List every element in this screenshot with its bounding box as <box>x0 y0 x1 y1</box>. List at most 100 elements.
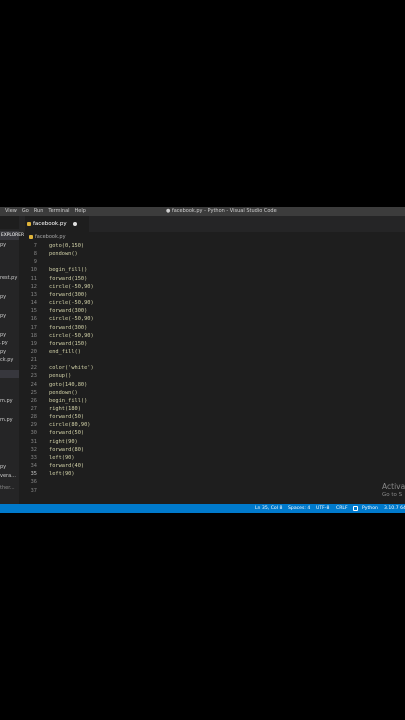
status-eol[interactable]: CRLF <box>336 504 348 513</box>
line-number: 22 <box>30 365 37 372</box>
code-line[interactable]: 30 forward(50) <box>19 429 405 437</box>
code-text[interactable]: forward(300) <box>49 324 87 332</box>
tab-bar: facebook.py <box>19 216 405 232</box>
code-editor[interactable]: 7 goto(0,150) 8 pendown() 9 10 begin_fill() 11 f… <box>19 242 405 503</box>
line-number: 27 <box>30 406 37 412</box>
explorer-item-selected[interactable] <box>0 370 19 378</box>
code-text[interactable]: left(90) <box>49 454 75 462</box>
code-line[interactable]: 8 pendown() <box>19 250 405 258</box>
explorer-item[interactable]: .py <box>0 339 19 347</box>
code-text[interactable]: right(90) <box>49 438 78 446</box>
code-line[interactable]: 37 <box>19 487 405 495</box>
explorer-item[interactable]: rest.py <box>0 274 19 282</box>
code-text[interactable]: goto(0,150) <box>49 242 84 250</box>
code-line[interactable]: 31 right(90) <box>19 438 405 446</box>
status-indentation[interactable]: Spaces: 4 <box>288 504 310 513</box>
code-line[interactable]: 21 <box>19 356 405 364</box>
breadcrumb-file[interactable]: facebook.py <box>35 234 66 240</box>
code-text[interactable]: right(180) <box>49 405 81 413</box>
code-line[interactable]: 11 forward(150) <box>19 275 405 283</box>
code-text[interactable]: color('white') <box>49 364 94 372</box>
explorer-item[interactable]: py <box>0 331 19 339</box>
window-title: ● facebook.py - Python - Visual Studio C… <box>166 208 277 214</box>
code-line[interactable]: 13 forward(300) <box>19 291 405 299</box>
code-text[interactable]: forward(150) <box>49 275 87 283</box>
explorer-item[interactable]: py <box>0 463 19 471</box>
code-line[interactable]: 33 left(90) <box>19 454 405 462</box>
code-text[interactable]: circle(-50,90) <box>49 283 94 291</box>
code-text[interactable]: circle(80,90) <box>49 421 90 429</box>
tab-label: facebook.py <box>33 221 67 227</box>
code-text[interactable]: begin_fill() <box>49 266 87 274</box>
code-text[interactable]: circle(-50,90) <box>49 332 94 340</box>
line-number: 24 <box>30 381 37 388</box>
code-line[interactable]: 19 forward(150) <box>19 340 405 348</box>
line-number: 14 <box>30 300 37 307</box>
explorer-item[interactable]: m.py <box>0 416 19 424</box>
code-line[interactable]: 14 circle(-50,90) <box>19 299 405 307</box>
breadcrumb[interactable]: facebook.py <box>19 232 405 242</box>
code-text[interactable]: forward(80) <box>49 446 84 454</box>
code-line[interactable]: 24 goto(140,80) <box>19 381 405 389</box>
code-text[interactable]: forward(40) <box>49 462 84 470</box>
code-text[interactable]: goto(140,80) <box>49 381 87 389</box>
code-text[interactable]: circle(-50,90) <box>49 315 94 323</box>
code-line[interactable]: 27 right(180) <box>19 405 405 413</box>
status-interpreter[interactable]: 3.10.7 64 <box>384 504 405 513</box>
code-text[interactable]: forward(300) <box>49 291 87 299</box>
code-text[interactable]: pendown() <box>49 250 78 258</box>
activation-watermark: Activa Go to S <box>382 482 405 500</box>
code-line[interactable]: 22 color('white') <box>19 364 405 372</box>
explorer-item[interactable]: py <box>0 293 19 301</box>
python-file-icon <box>29 235 33 239</box>
code-text[interactable]: forward(50) <box>49 413 84 421</box>
status-cursor-position[interactable]: Ln 35, Col 8 <box>255 504 282 513</box>
explorer-item[interactable]: vera... <box>0 472 19 480</box>
explorer-item[interactable]: ck.py <box>0 356 19 364</box>
tab-facebook-py[interactable]: facebook.py <box>25 216 89 232</box>
code-text[interactable]: circle(-50,90) <box>49 299 94 307</box>
code-line[interactable]: 20 end_fill() <box>19 348 405 356</box>
status-language[interactable]: Python <box>362 504 378 513</box>
code-line[interactable]: 16 circle(-50,90) <box>19 315 405 323</box>
code-text[interactable]: pendown() <box>49 389 78 397</box>
code-text[interactable]: begin_fill() <box>49 397 87 405</box>
code-line[interactable]: 10 begin_fill() <box>19 266 405 274</box>
menu-bar: View Go Run Terminal Help ● facebook.py - Py… <box>0 207 405 216</box>
code-text[interactable]: left(90) <box>49 470 75 478</box>
menu-run[interactable]: Run <box>34 207 44 216</box>
menu-terminal[interactable]: Terminal <box>48 207 69 216</box>
unsaved-dot-icon[interactable] <box>73 222 77 226</box>
code-line[interactable]: 36 <box>19 478 405 486</box>
code-line[interactable]: 15 forward(300) <box>19 307 405 315</box>
watermark-line1: Activa <box>382 482 405 491</box>
code-text[interactable]: forward(150) <box>49 340 87 348</box>
code-line[interactable]: 34 forward(40) <box>19 462 405 470</box>
code-line[interactable]: 28 forward(50) <box>19 413 405 421</box>
code-text[interactable]: forward(300) <box>49 307 87 315</box>
menu-go[interactable]: Go <box>22 207 29 216</box>
code-line[interactable]: 7 goto(0,150) <box>19 242 405 250</box>
code-line[interactable]: 12 circle(-50,90) <box>19 283 405 291</box>
code-text[interactable]: forward(50) <box>49 429 84 437</box>
code-line[interactable]: 9 <box>19 258 405 266</box>
code-line[interactable]: 23 penup() <box>19 372 405 380</box>
brackets-icon <box>353 506 358 511</box>
code-line[interactable]: 26 begin_fill() <box>19 397 405 405</box>
status-encoding[interactable]: UTF-8 <box>316 504 329 513</box>
explorer-item[interactable]: ther... <box>0 484 19 492</box>
explorer-item[interactable]: py <box>0 241 19 249</box>
explorer-item[interactable]: m.py <box>0 397 19 405</box>
code-line[interactable]: 25 pendown() <box>19 389 405 397</box>
code-text[interactable]: penup() <box>49 372 71 380</box>
code-line[interactable]: 17 forward(300) <box>19 324 405 332</box>
code-line[interactable]: 29 circle(80,90) <box>19 421 405 429</box>
menu-help[interactable]: Help <box>75 207 86 216</box>
explorer-item[interactable]: py <box>0 348 19 356</box>
code-line[interactable]: 35 left(90) <box>19 470 405 478</box>
menu-view[interactable]: View <box>5 207 17 216</box>
code-text[interactable]: end_fill() <box>49 348 81 356</box>
code-line[interactable]: 32 forward(80) <box>19 446 405 454</box>
explorer-item[interactable]: py <box>0 312 19 320</box>
code-line[interactable]: 18 circle(-50,90) <box>19 332 405 340</box>
